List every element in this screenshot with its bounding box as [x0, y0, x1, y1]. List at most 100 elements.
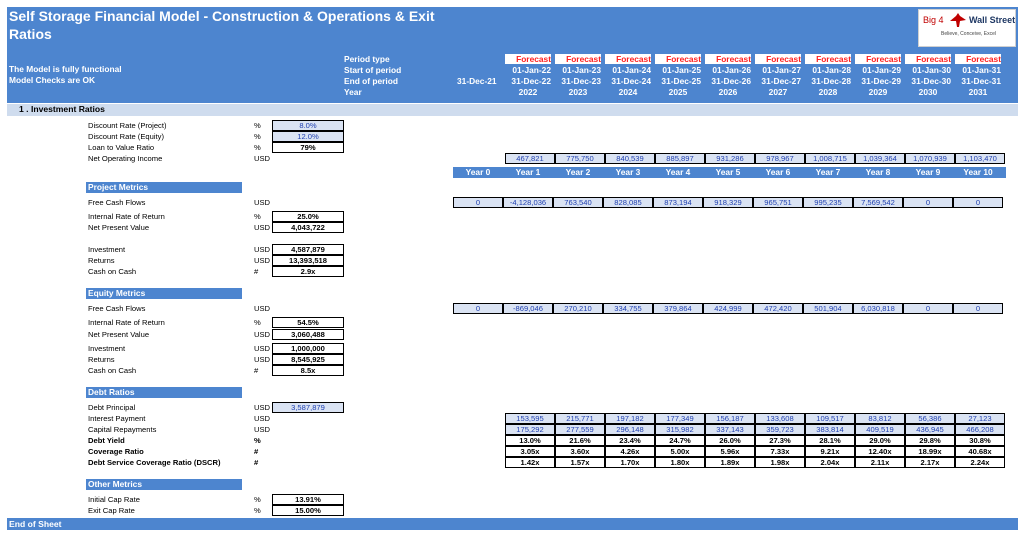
debt-row-2-cell-2[interactable]: 23.4% — [605, 435, 655, 446]
debt-row-4-cell-5[interactable]: 1.98x — [755, 457, 805, 468]
equity-fcf-cell-1[interactable]: -869,046 — [503, 303, 553, 314]
equity-fcf-cell-4[interactable]: 379,864 — [653, 303, 703, 314]
noi-cell-9[interactable]: 1,103,470 — [955, 153, 1005, 164]
debt-row-4-cell-2[interactable]: 1.70x — [605, 457, 655, 468]
period-end-2: 31-Dec-24 — [611, 76, 651, 86]
debt-row-1-cell-3[interactable]: 315,982 — [655, 424, 705, 435]
debt-row-0-cell-7[interactable]: 83,812 — [855, 413, 905, 424]
equity-fcf-cell-3[interactable]: 334,755 — [603, 303, 653, 314]
noi-cell-6[interactable]: 1,008,715 — [805, 153, 855, 164]
debt-row-3-cell-1[interactable]: 3.60x — [555, 446, 605, 457]
noi-cell-7[interactable]: 1,039,364 — [855, 153, 905, 164]
noi-cell-1[interactable]: 775,750 — [555, 153, 605, 164]
debt-row-0-cell-6[interactable]: 109,517 — [805, 413, 855, 424]
debt-row-3-cell-6[interactable]: 9.21x — [805, 446, 855, 457]
debt-row-3-cell-0[interactable]: 3.05x — [505, 446, 555, 457]
debt-row-2-cell-9[interactable]: 30.8% — [955, 435, 1005, 446]
debt-row-4-cell-3[interactable]: 1.80x — [655, 457, 705, 468]
equity-fcf-cell-5[interactable]: 424,999 — [703, 303, 753, 314]
debt-row-3-cell-4[interactable]: 5.96x — [705, 446, 755, 457]
debt-row-1-cell-1[interactable]: 277,559 — [555, 424, 605, 435]
debt-row-3-cell-7[interactable]: 12.40x — [855, 446, 905, 457]
project-metric-value-3[interactable]: 13,393,518 — [272, 255, 344, 266]
debt-row-0-cell-9[interactable]: 27,123 — [955, 413, 1005, 424]
debt-row-2-cell-3[interactable]: 24.7% — [655, 435, 705, 446]
project-fcf-cell-0[interactable]: 0 — [453, 197, 503, 208]
debt-row-2-cell-5[interactable]: 27.3% — [755, 435, 805, 446]
debt-row-4-cell-9[interactable]: 2.24x — [955, 457, 1005, 468]
debt-row-2-cell-6[interactable]: 28.1% — [805, 435, 855, 446]
equity-fcf-cell-8[interactable]: 6,030,818 — [853, 303, 903, 314]
debt-row-4-cell-0[interactable]: 1.42x — [505, 457, 555, 468]
debt-principal-value[interactable]: 3,587,879 — [272, 402, 344, 413]
noi-cell-4[interactable]: 931,286 — [705, 153, 755, 164]
project-fcf-cell-4[interactable]: 873,194 — [653, 197, 703, 208]
noi-cell-5[interactable]: 978,967 — [755, 153, 805, 164]
equity-fcf-cell-2[interactable]: 270,210 — [553, 303, 603, 314]
equity-metric-value-0[interactable]: 54.5% — [272, 317, 344, 328]
project-fcf-cell-3[interactable]: 828,085 — [603, 197, 653, 208]
project-fcf-cell-7[interactable]: 995,235 — [803, 197, 853, 208]
equity-metric-value-3[interactable]: 8,545,925 — [272, 354, 344, 365]
debt-row-4-cell-6[interactable]: 2.04x — [805, 457, 855, 468]
equity-metric-value-2[interactable]: 1,000,000 — [272, 343, 344, 354]
debt-row-1-cell-5[interactable]: 359,723 — [755, 424, 805, 435]
equity-fcf-cell-0[interactable]: 0 — [453, 303, 503, 314]
noi-cell-8[interactable]: 1,070,939 — [905, 153, 955, 164]
project-fcf-cell-10[interactable]: 0 — [953, 197, 1003, 208]
discount-rate-project-input[interactable]: 8.0% — [272, 120, 344, 131]
equity-fcf-cell-10[interactable]: 0 — [953, 303, 1003, 314]
project-fcf-cell-9[interactable]: 0 — [903, 197, 953, 208]
equity-fcf-cell-6[interactable]: 472,420 — [753, 303, 803, 314]
debt-row-0-cell-2[interactable]: 197,182 — [605, 413, 655, 424]
ltv-value[interactable]: 79% — [272, 142, 344, 153]
equity-fcf-cell-9[interactable]: 0 — [903, 303, 953, 314]
debt-row-1-cell-2[interactable]: 296,148 — [605, 424, 655, 435]
debt-row-2-cell-1[interactable]: 21.6% — [555, 435, 605, 446]
debt-row-4-cell-4[interactable]: 1.89x — [705, 457, 755, 468]
debt-row-4-cell-1[interactable]: 1.57x — [555, 457, 605, 468]
project-fcf-cell-2[interactable]: 763,540 — [553, 197, 603, 208]
debt-row-3-cell-9[interactable]: 40.68x — [955, 446, 1005, 457]
equity-metric-value-4[interactable]: 8.5x — [272, 365, 344, 376]
noi-cell-0[interactable]: 467,821 — [505, 153, 555, 164]
debt-row-4-cell-7[interactable]: 2.11x — [855, 457, 905, 468]
debt-row-1-cell-8[interactable]: 436,945 — [905, 424, 955, 435]
debt-row-2-cell-4[interactable]: 26.0% — [705, 435, 755, 446]
project-metric-value-4[interactable]: 2.9x — [272, 266, 344, 277]
debt-row-0-cell-3[interactable]: 177,349 — [655, 413, 705, 424]
project-fcf-cell-6[interactable]: 965,751 — [753, 197, 803, 208]
project-metric-value-0[interactable]: 25.0% — [272, 211, 344, 222]
debt-row-3-cell-3[interactable]: 5.00x — [655, 446, 705, 457]
debt-row-0-cell-1[interactable]: 215,771 — [555, 413, 605, 424]
debt-row-0-cell-4[interactable]: 156,187 — [705, 413, 755, 424]
debt-row-3-cell-2[interactable]: 4.26x — [605, 446, 655, 457]
debt-row-1-cell-6[interactable]: 383,814 — [805, 424, 855, 435]
debt-row-3-cell-5[interactable]: 7.33x — [755, 446, 805, 457]
project-fcf-cell-1[interactable]: -4,128,036 — [503, 197, 553, 208]
other-metric-value-1[interactable]: 15.00% — [272, 505, 344, 516]
debt-row-0-cell-5[interactable]: 133,608 — [755, 413, 805, 424]
debt-row-1-cell-7[interactable]: 409,519 — [855, 424, 905, 435]
equity-fcf-cell-7[interactable]: 501,904 — [803, 303, 853, 314]
project-fcf-cell-5[interactable]: 918,329 — [703, 197, 753, 208]
debt-row-2-cell-8[interactable]: 29.8% — [905, 435, 955, 446]
project-metric-value-1[interactable]: 4,043,722 — [272, 222, 344, 233]
noi-cell-3[interactable]: 885,897 — [655, 153, 705, 164]
discount-rate-equity-input[interactable]: 12.0% — [272, 131, 344, 142]
equity-metric-unit-1: USD — [254, 330, 271, 339]
debt-row-0-cell-0[interactable]: 153,595 — [505, 413, 555, 424]
noi-cell-2[interactable]: 840,539 — [605, 153, 655, 164]
project-fcf-cell-8[interactable]: 7,569,542 — [853, 197, 903, 208]
debt-row-4-cell-8[interactable]: 2.17x — [905, 457, 955, 468]
debt-row-1-cell-9[interactable]: 466,208 — [955, 424, 1005, 435]
other-metric-value-0[interactable]: 13.91% — [272, 494, 344, 505]
debt-row-2-cell-0[interactable]: 13.0% — [505, 435, 555, 446]
project-metric-value-2[interactable]: 4,587,879 — [272, 244, 344, 255]
debt-row-1-cell-4[interactable]: 337,143 — [705, 424, 755, 435]
debt-row-2-cell-7[interactable]: 29.0% — [855, 435, 905, 446]
equity-metric-value-1[interactable]: 3,060,488 — [272, 329, 344, 340]
debt-row-1-cell-0[interactable]: 175,292 — [505, 424, 555, 435]
debt-row-0-cell-8[interactable]: 56,386 — [905, 413, 955, 424]
debt-row-3-cell-8[interactable]: 18.99x — [905, 446, 955, 457]
